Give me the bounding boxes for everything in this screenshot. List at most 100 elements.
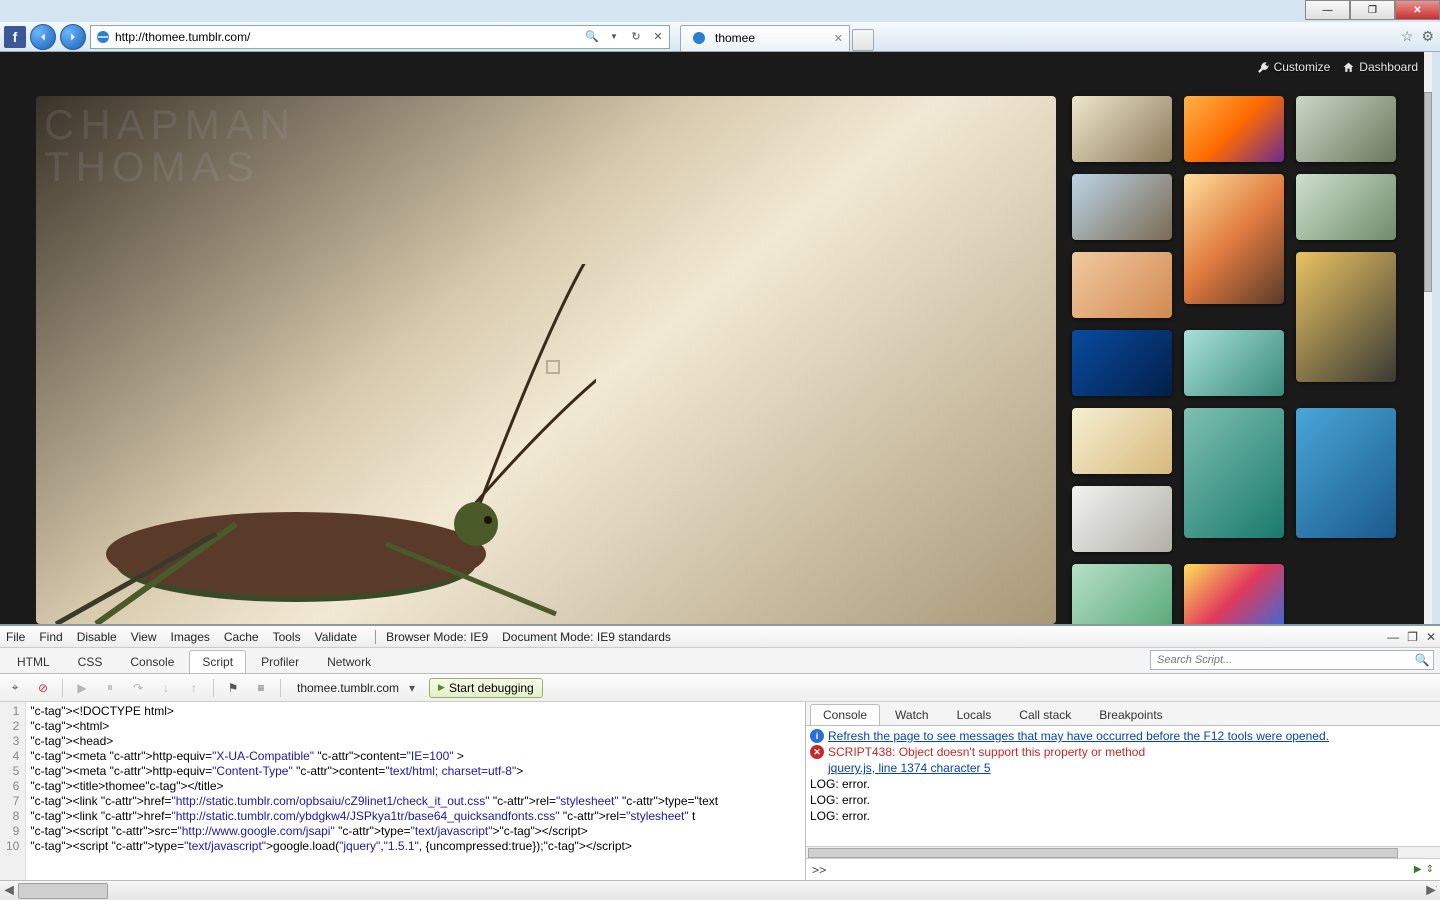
resize-grip-icon[interactable]: ⋰ (1428, 885, 1438, 896)
break-all-icon[interactable]: ⚑ (224, 679, 242, 697)
console-scroll-thumb[interactable] (808, 848, 1398, 858)
customize-link[interactable]: Customize (1257, 60, 1331, 74)
console-input[interactable] (832, 863, 1407, 877)
thumbnail[interactable] (1184, 174, 1284, 304)
script-source-dropdown[interactable]: thomee.tumblr.com (291, 679, 419, 697)
devtools-close-icon[interactable]: ✕ (1426, 630, 1436, 644)
maximize-button[interactable]: ❐ (1350, 0, 1395, 20)
tab-network[interactable]: Network (314, 650, 384, 673)
source-pane[interactable]: 12345678910 "c-tag"><!DOCTYPE html>"c-ta… (0, 702, 805, 880)
browser-tab[interactable]: thomee ✕ (680, 25, 850, 51)
step-into-icon[interactable]: ↓ (157, 679, 175, 697)
thumbnail[interactable] (1184, 564, 1284, 624)
devtools-menubar: File Find Disable View Images Cache Tool… (0, 626, 1440, 648)
log-line: LOG: error. (810, 809, 870, 823)
thumbnail[interactable] (1072, 408, 1172, 474)
main-photo[interactable]: CHAPMAN THOMAS (36, 96, 1056, 624)
rtab-breakpoints[interactable]: Breakpoints (1086, 704, 1175, 725)
facebook-button[interactable]: f (4, 26, 26, 48)
search-icon[interactable]: 🔍 (1411, 653, 1433, 667)
devtools-window-controls: — ❐ ✕ (1387, 630, 1436, 644)
scroll-track[interactable] (18, 883, 1422, 899)
address-bar[interactable]: 🔍 ▼ ↻ ✕ (90, 25, 670, 49)
thumbnail[interactable] (1072, 174, 1172, 240)
format-icon[interactable]: ≡ (252, 679, 270, 697)
menu-find[interactable]: Find (39, 630, 62, 644)
refresh-button[interactable]: ↻ (625, 26, 647, 48)
home-icon (1342, 61, 1355, 74)
thumbnail[interactable] (1296, 174, 1396, 240)
console-hscrollbar[interactable] (806, 846, 1440, 858)
pointer-icon[interactable]: ⌖ (6, 679, 24, 697)
document-mode[interactable]: Document Mode: IE9 standards (502, 630, 671, 644)
console-pane: Console Watch Locals Call stack Breakpoi… (805, 702, 1440, 880)
menu-view[interactable]: View (131, 630, 157, 644)
forward-button[interactable] (60, 24, 86, 50)
stop-button[interactable]: ✕ (647, 26, 669, 48)
script-search[interactable]: 🔍 (1150, 650, 1434, 670)
devtools-panel: File Find Disable View Images Cache Tool… (0, 624, 1440, 880)
devtools-minimize-icon[interactable]: — (1387, 630, 1399, 644)
favorites-icon[interactable]: ☆ (1401, 28, 1414, 45)
thumbnail[interactable] (1072, 96, 1172, 162)
console-info-msg[interactable]: Refresh the page to see messages that ma… (828, 729, 1329, 743)
thumbnail[interactable] (1072, 252, 1172, 318)
app-horizontal-scrollbar[interactable]: ◄ ► ⋰ (0, 880, 1440, 900)
devtools-main-tabs: HTML CSS Console Script Profiler Network… (0, 648, 1440, 674)
run-script-icon[interactable]: ▶ (1414, 864, 1422, 875)
thumbnail[interactable] (1296, 408, 1396, 538)
thumbnail[interactable] (1296, 96, 1396, 162)
rtab-watch[interactable]: Watch (882, 704, 942, 725)
tab-profiler[interactable]: Profiler (248, 650, 312, 673)
tab-script[interactable]: Script (189, 650, 246, 673)
rtab-console[interactable]: Console (810, 704, 880, 725)
clear-icon[interactable]: ⊘ (34, 679, 52, 697)
page-scrollbar-track[interactable] (1424, 52, 1432, 624)
new-tab-button[interactable] (852, 29, 874, 51)
start-debugging-button[interactable]: Start debugging (429, 678, 543, 698)
thumbnail[interactable] (1184, 408, 1284, 538)
script-search-input[interactable] (1151, 654, 1411, 666)
menu-validate[interactable]: Validate (315, 630, 357, 644)
step-over-icon[interactable]: ↷ (129, 679, 147, 697)
browser-mode[interactable]: Browser Mode: IE9 (375, 630, 488, 644)
rtab-callstack[interactable]: Call stack (1006, 704, 1084, 725)
scroll-thumb[interactable] (18, 883, 108, 899)
thumbnail[interactable] (1184, 330, 1284, 396)
console-input-row: >> ▶ ⇕ (806, 858, 1440, 880)
dashboard-link[interactable]: Dashboard (1342, 60, 1418, 74)
multiline-toggle-icon[interactable]: ⇕ (1426, 864, 1434, 875)
thumbnail[interactable] (1072, 564, 1172, 624)
tab-html[interactable]: HTML (4, 650, 63, 673)
pause-icon[interactable]: ⏸ (101, 679, 119, 697)
console-output[interactable]: iRefresh the page to see messages that m… (806, 726, 1440, 846)
window-close-button[interactable]: ✕ (1395, 0, 1440, 20)
source-code[interactable]: "c-tag"><!DOCTYPE html>"c-tag"><html>"c-… (26, 702, 805, 880)
scroll-left-arrow[interactable]: ◄ (0, 882, 18, 900)
rtab-locals[interactable]: Locals (944, 704, 1005, 725)
menu-cache[interactable]: Cache (224, 630, 259, 644)
thumbnail[interactable] (1072, 330, 1172, 396)
devtools-unpin-icon[interactable]: ❐ (1407, 630, 1418, 644)
error-source-link[interactable]: jquery.js, line 1374 character 5 (828, 761, 991, 775)
menu-images[interactable]: Images (171, 630, 210, 644)
tab-css[interactable]: CSS (65, 650, 116, 673)
menu-disable[interactable]: Disable (77, 630, 117, 644)
tab-close-icon[interactable]: ✕ (834, 32, 843, 45)
thumbnail[interactable] (1184, 96, 1284, 162)
menu-file[interactable]: File (6, 630, 25, 644)
back-button[interactable] (30, 24, 56, 50)
minimize-button[interactable]: — (1305, 0, 1350, 20)
step-out-icon[interactable]: ↑ (185, 679, 203, 697)
thumbnail[interactable] (1296, 252, 1396, 382)
continue-icon[interactable]: ▶ (73, 679, 91, 697)
dropdown-icon[interactable]: ▼ (603, 26, 625, 48)
tools-gear-icon[interactable]: ⚙ (1421, 28, 1434, 45)
menu-tools[interactable]: Tools (273, 630, 301, 644)
page-scrollbar-thumb[interactable] (1424, 92, 1432, 292)
thumbnail[interactable] (1072, 486, 1172, 552)
search-icon[interactable]: 🔍 (581, 26, 603, 48)
url-input[interactable] (115, 26, 581, 48)
tab-console[interactable]: Console (117, 650, 187, 673)
wrench-icon (1257, 61, 1270, 74)
